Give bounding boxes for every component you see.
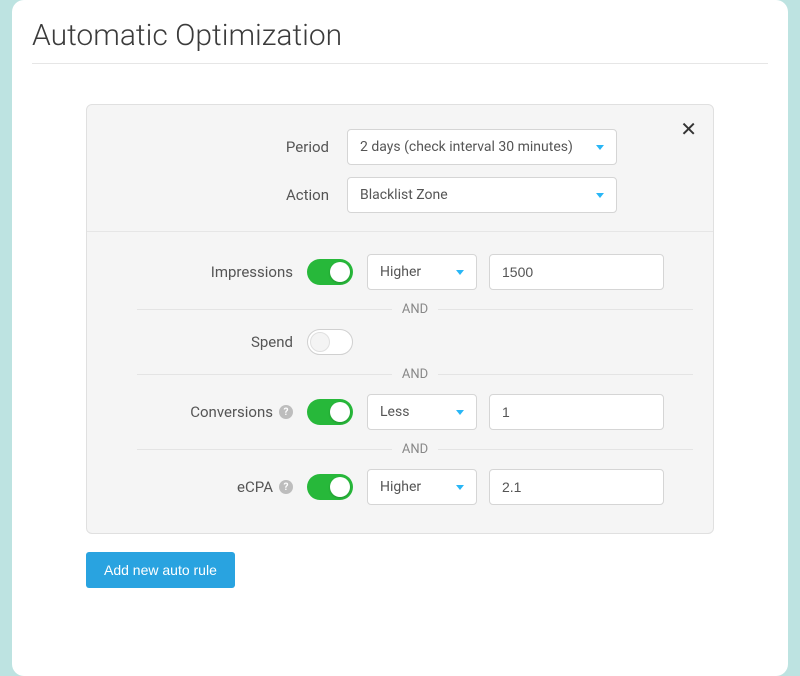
help-icon[interactable]: ? <box>279 405 293 419</box>
period-label: Period <box>107 138 347 156</box>
comparator-value: Higher <box>380 479 421 495</box>
and-text: AND <box>392 442 438 457</box>
period-select-value: 2 days (check interval 30 minutes) <box>360 139 573 155</box>
impressions-comparator-select[interactable]: Higher <box>367 254 477 290</box>
rule-card-body: Impressions Higher AND Spend <box>87 232 713 533</box>
page-title: Automatic Optimization <box>32 18 768 64</box>
period-select[interactable]: 2 days (check interval 30 minutes) <box>347 129 617 165</box>
comparator-value: Higher <box>380 264 421 280</box>
comparator-value: Less <box>380 404 409 420</box>
chevron-down-icon <box>456 270 464 275</box>
chevron-down-icon <box>596 145 604 150</box>
close-icon[interactable]: ✕ <box>680 119 697 139</box>
and-divider: AND <box>107 442 693 457</box>
and-divider: AND <box>107 367 693 382</box>
condition-row-ecpa: eCPA ? Higher <box>107 459 693 515</box>
spend-toggle[interactable] <box>307 329 353 355</box>
rule-card-header: Period 2 days (check interval 30 minutes… <box>87 105 713 232</box>
condition-row-spend: Spend <box>107 319 693 365</box>
ecpa-value-input[interactable] <box>489 469 664 505</box>
action-select[interactable]: Blacklist Zone <box>347 177 617 213</box>
condition-label: eCPA <box>237 478 273 496</box>
and-text: AND <box>392 367 438 382</box>
ecpa-comparator-select[interactable]: Higher <box>367 469 477 505</box>
condition-row-conversions: Conversions ? Less <box>107 384 693 440</box>
and-text: AND <box>392 302 438 317</box>
chevron-down-icon <box>456 410 464 415</box>
rule-card: ✕ Period 2 days (check interval 30 minut… <box>86 104 714 534</box>
chevron-down-icon <box>456 485 464 490</box>
conversions-comparator-select[interactable]: Less <box>367 394 477 430</box>
conversions-toggle[interactable] <box>307 399 353 425</box>
impressions-toggle[interactable] <box>307 259 353 285</box>
add-rule-button[interactable]: Add new auto rule <box>86 552 235 588</box>
condition-label: Impressions <box>211 263 293 281</box>
impressions-value-input[interactable] <box>489 254 664 290</box>
help-icon[interactable]: ? <box>279 480 293 494</box>
condition-label: Conversions <box>190 403 273 421</box>
action-label: Action <box>107 186 347 204</box>
action-select-value: Blacklist Zone <box>360 187 448 203</box>
ecpa-toggle[interactable] <box>307 474 353 500</box>
chevron-down-icon <box>596 193 604 198</box>
condition-label: Spend <box>251 333 293 351</box>
conversions-value-input[interactable] <box>489 394 664 430</box>
and-divider: AND <box>107 302 693 317</box>
condition-row-impressions: Impressions Higher <box>107 244 693 300</box>
